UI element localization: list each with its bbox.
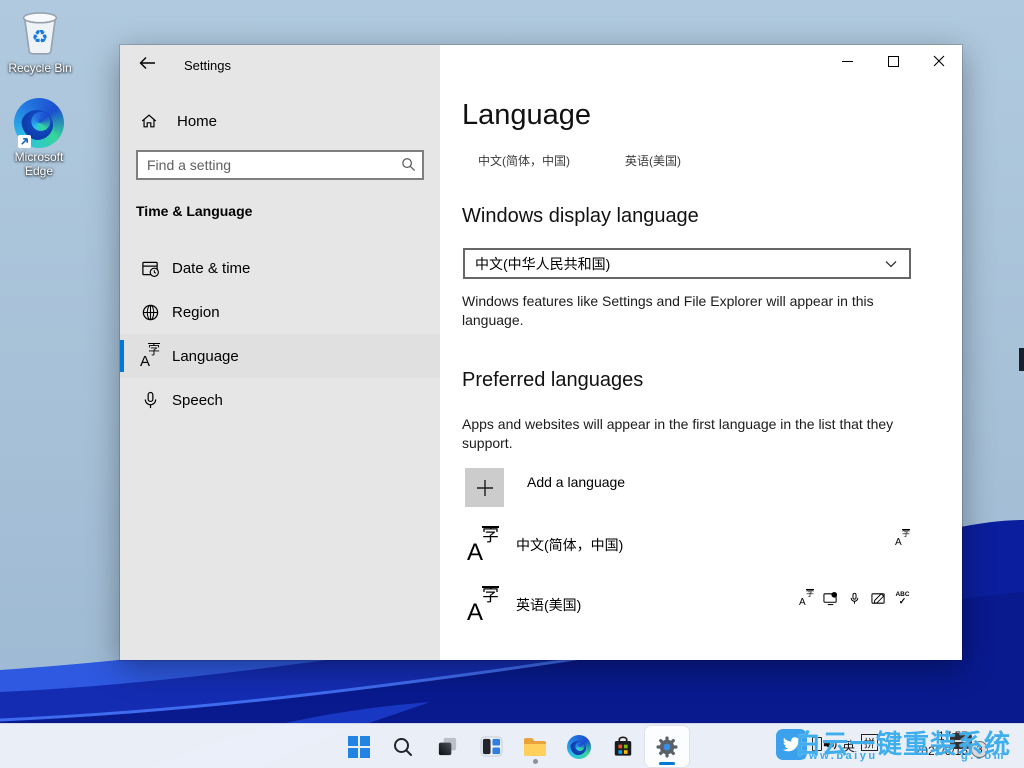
display-language-dropdown[interactable]: 中文(中华人民共和国)	[463, 248, 911, 279]
minimize-icon	[842, 56, 853, 67]
start-button[interactable]	[337, 726, 381, 767]
desktop-icon-recycle-bin[interactable]: ♻ Recycle Bin	[2, 8, 78, 75]
close-button[interactable]	[916, 45, 962, 77]
sidebar-item-date-time[interactable]: Date & time	[120, 246, 440, 290]
language-list-item-chinese[interactable]: A字 中文(简体，中国) A字	[440, 517, 962, 572]
language-pack-icon: A字	[799, 591, 814, 606]
speech-icon	[847, 591, 862, 606]
settings-window: Settings Home Time & Language	[120, 45, 962, 660]
maximize-icon	[888, 56, 899, 67]
display-language-description: Windows features like Settings and File …	[462, 292, 882, 330]
language-name: 英语(美国)	[516, 595, 799, 615]
sidebar-item-label: Language	[172, 348, 239, 365]
add-language-label: Add a language	[527, 474, 625, 490]
language-icon: A字	[467, 588, 499, 622]
maximize-button[interactable]	[870, 45, 916, 77]
globe-icon	[140, 302, 160, 322]
page-title: Language	[462, 99, 591, 132]
sidebar-item-label: Region	[172, 304, 220, 321]
task-view-icon	[436, 735, 459, 758]
microphone-icon	[140, 390, 160, 410]
desktop-icon-microsoft-edge[interactable]: Microsoft Edge	[1, 98, 77, 178]
sidebar-item-region[interactable]: Region	[120, 290, 440, 334]
desktop: ♻ Recycle Bin Microsoft Edge Settings	[0, 0, 1024, 768]
settings-gear-icon	[655, 735, 679, 759]
basic-typing-icon: ABC✓	[895, 591, 910, 606]
sidebar-item-label: Speech	[172, 392, 223, 409]
handwriting-icon	[871, 591, 886, 606]
plus-icon	[465, 468, 504, 507]
language-icon: A字	[467, 528, 499, 562]
settings-sidebar: Settings Home Time & Language	[120, 45, 440, 660]
inline-language-label: 英语(美国)	[625, 152, 681, 169]
back-arrow-icon	[139, 56, 156, 70]
language-name: 中文(简体，中国)	[516, 535, 895, 555]
settings-content: Language 中文(简体，中国) 英语(美国) Windows displa…	[440, 45, 962, 660]
preferred-languages-heading: Preferred languages	[462, 369, 643, 392]
add-language-button[interactable]: Add a language	[465, 468, 625, 507]
file-explorer-icon	[523, 736, 547, 758]
taskbar-search-button[interactable]	[381, 726, 425, 767]
edge-button[interactable]	[557, 726, 601, 767]
windows-logo-icon	[348, 736, 370, 758]
search-icon	[392, 736, 414, 758]
display-language-heading: Windows display language	[462, 205, 699, 228]
widgets-icon	[480, 736, 503, 757]
minimize-button[interactable]	[824, 45, 870, 77]
svg-text:♻: ♻	[32, 26, 49, 47]
taskbar-center	[337, 726, 689, 767]
sidebar-item-language[interactable]: A字 Language	[120, 334, 440, 378]
sidebar-home-label: Home	[177, 113, 217, 130]
window-titlebar: Settings	[120, 45, 440, 85]
desktop-icon-label: Recycle Bin	[2, 61, 78, 75]
sidebar-section-heading: Time & Language	[136, 203, 252, 219]
window-title: Settings	[184, 58, 231, 73]
store-icon	[612, 735, 634, 758]
home-icon	[140, 112, 158, 130]
language-list-item-english[interactable]: A字 英语(美国) A字	[440, 577, 962, 632]
widgets-button[interactable]	[469, 726, 513, 767]
settings-button[interactable]	[645, 726, 689, 767]
close-icon	[933, 55, 945, 67]
search-icon[interactable]	[401, 157, 416, 172]
back-button[interactable]	[130, 49, 164, 77]
language-feature-icons: A字	[895, 531, 910, 546]
chevron-down-icon	[885, 260, 897, 268]
edge-icon	[14, 98, 64, 148]
watermark-title: 白云一键重装系统	[795, 724, 1024, 761]
task-view-button[interactable]	[425, 726, 469, 767]
edge-icon	[567, 735, 591, 759]
cursor-artifact	[1019, 348, 1024, 371]
recycle-bin-icon: ♻	[17, 8, 63, 56]
sidebar-item-speech[interactable]: Speech	[120, 378, 440, 422]
calendar-clock-icon	[140, 258, 160, 278]
window-caption-buttons	[824, 45, 962, 77]
shortcut-arrow-icon	[18, 135, 31, 148]
sidebar-nav: Date & time Region A字	[120, 246, 440, 422]
search-input[interactable]	[136, 150, 424, 180]
store-button[interactable]	[601, 726, 645, 767]
file-explorer-button[interactable]	[513, 726, 557, 767]
language-pack-icon: A字	[895, 531, 910, 546]
sidebar-item-label: Date & time	[172, 260, 250, 277]
search-box	[136, 150, 424, 180]
dropdown-selected-value: 中文(中华人民共和国)	[475, 254, 885, 274]
desktop-icon-label: Microsoft Edge	[1, 150, 77, 178]
sidebar-item-home[interactable]: Home	[128, 105, 432, 137]
display-language-icon	[823, 591, 838, 606]
language-icon: A字	[140, 346, 160, 366]
inline-language-label: 中文(简体，中国)	[478, 152, 570, 169]
preferred-languages-description: Apps and websites will appear in the fir…	[462, 415, 904, 453]
language-feature-icons: A字	[799, 591, 910, 606]
